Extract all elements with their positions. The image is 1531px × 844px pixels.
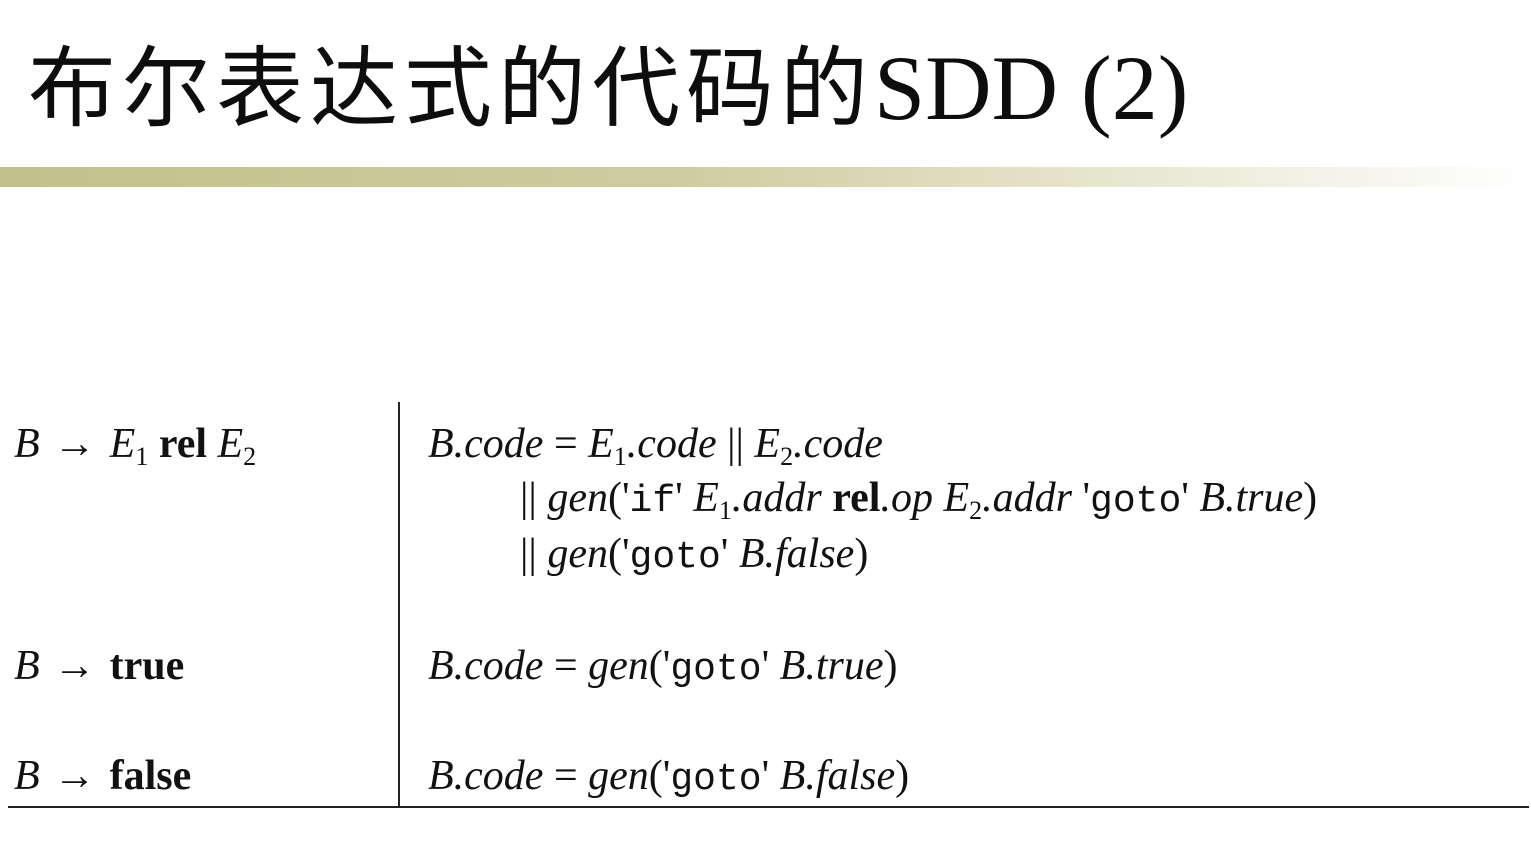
token: B xyxy=(428,753,454,799)
slide-title-latin: SDD (2) xyxy=(874,37,1189,139)
token: (' xyxy=(648,753,671,799)
token: || xyxy=(716,421,755,467)
token: .true xyxy=(1225,475,1304,521)
nonterminal-b: B xyxy=(14,421,40,467)
token: .false xyxy=(764,531,855,577)
arrow-symbol: → xyxy=(53,421,96,467)
token: .code xyxy=(793,421,883,467)
production-true: B → true xyxy=(14,640,184,692)
token: = xyxy=(543,753,589,799)
token: E xyxy=(754,421,781,467)
production-rel: B → E1 rel E2 xyxy=(14,418,256,483)
token: B xyxy=(428,643,454,689)
subscript: 2 xyxy=(969,496,983,525)
subscript: 1 xyxy=(613,442,627,471)
nonterminal-e: E xyxy=(217,421,244,467)
token: B xyxy=(779,643,806,689)
token: B xyxy=(738,531,765,577)
token: goto xyxy=(670,648,762,691)
token: E xyxy=(588,421,614,467)
token: ) xyxy=(883,643,898,689)
nonterminal-b: B xyxy=(14,643,40,689)
token: if xyxy=(629,480,676,523)
token: (' xyxy=(648,643,671,689)
keyword-true: true xyxy=(109,643,185,689)
token: .addr xyxy=(731,475,822,521)
token: .op xyxy=(880,475,933,521)
token: ) xyxy=(1303,475,1318,521)
token: B xyxy=(428,421,454,467)
token: || xyxy=(520,531,548,577)
token: E xyxy=(693,475,719,521)
slide-title-cjk: 布尔表达式的代码的 xyxy=(28,37,875,140)
token: E xyxy=(943,475,970,521)
subscript: 1 xyxy=(718,496,732,525)
token: gen xyxy=(547,475,608,521)
subscript: 2 xyxy=(243,442,257,471)
arrow-symbol: → xyxy=(53,753,96,799)
token: rel xyxy=(832,475,881,521)
token: = xyxy=(543,421,589,467)
token: gen xyxy=(588,753,649,799)
token: (' xyxy=(607,475,630,521)
token: .code xyxy=(453,753,544,799)
token: ' xyxy=(1181,475,1200,521)
token: ' xyxy=(761,643,780,689)
production-false: B → false xyxy=(14,750,191,802)
token: B xyxy=(779,753,806,799)
token: ' xyxy=(720,531,739,577)
keyword-false: false xyxy=(109,753,192,799)
token: || xyxy=(520,475,548,521)
semantic-rule-line: B.code = gen('goto' B.true) xyxy=(428,640,897,696)
token: B xyxy=(1199,475,1225,521)
token: .true xyxy=(805,643,884,689)
token: ' xyxy=(761,753,780,799)
token: ' xyxy=(675,475,694,521)
subscript: 2 xyxy=(780,442,794,471)
semantic-rule-line: || gen('goto' B.false) xyxy=(520,528,868,584)
semantic-rule-line: B.code = gen('goto' B.false) xyxy=(428,750,909,806)
token: .false xyxy=(805,753,896,799)
table-bottom-rule xyxy=(8,806,1529,808)
token: .code xyxy=(453,421,544,467)
token: gen xyxy=(547,531,608,577)
keyword-rel: rel xyxy=(158,421,208,467)
subscript: 1 xyxy=(135,442,149,471)
token: = xyxy=(543,643,589,689)
table-column-divider xyxy=(398,402,400,808)
token: ) xyxy=(854,531,869,577)
slide-title: 布尔表达式的代码的SDD (2) xyxy=(28,28,1188,148)
token: .code xyxy=(453,643,544,689)
title-underline-bar xyxy=(0,167,1531,187)
arrow-symbol: → xyxy=(53,643,96,689)
token: ) xyxy=(895,753,910,799)
token: .code xyxy=(626,421,717,467)
token: goto xyxy=(629,536,721,579)
nonterminal-e: E xyxy=(109,421,136,467)
token: .addr xyxy=(982,475,1072,521)
token: goto xyxy=(670,758,762,801)
token: goto xyxy=(1090,480,1182,523)
token: gen xyxy=(588,643,649,689)
nonterminal-b: B xyxy=(14,753,40,799)
token: ' xyxy=(1071,475,1091,521)
token: (' xyxy=(607,531,630,577)
